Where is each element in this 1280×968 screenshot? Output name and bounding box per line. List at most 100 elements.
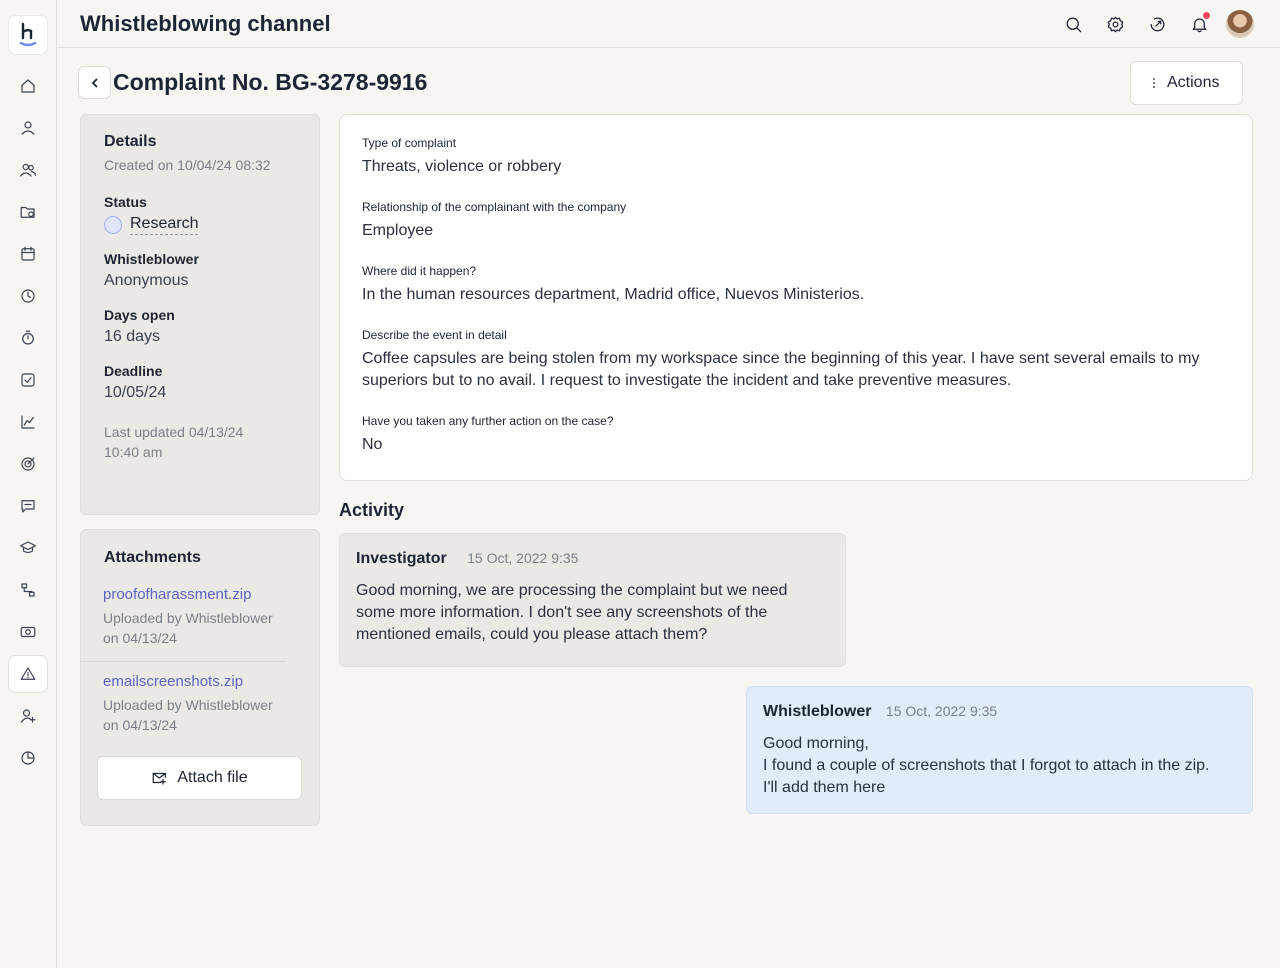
notification-badge	[1203, 12, 1210, 19]
checkbox-icon	[21, 373, 35, 387]
activity-title: Activity	[339, 500, 405, 520]
attachment-date: on 04/13/24	[103, 717, 177, 733]
message-body: Good morning, I found a couple of screen…	[763, 735, 1210, 796]
attach-file-button[interactable]: Attach file	[97, 756, 302, 800]
nav-goals[interactable]	[8, 445, 48, 483]
deadline-label: Deadline	[104, 363, 163, 379]
answer-line: Coffee capsules are being stolen from my…	[362, 350, 1200, 367]
workflow-icon	[21, 583, 35, 597]
message-header: Whistleblower 15 Oct, 2022 9:35	[763, 703, 1236, 721]
days-open-label: Days open	[104, 307, 175, 323]
settings-button[interactable]	[1103, 12, 1127, 36]
logo[interactable]	[8, 15, 48, 55]
complaint-form-card: Type of complaint Threats, violence or r…	[339, 114, 1253, 481]
user-add-icon	[20, 709, 36, 723]
attachment-uploader: Uploaded by Whistleblower	[103, 610, 273, 626]
answer-value: In the human resources department, Madri…	[362, 286, 865, 303]
attachment-link[interactable]: emailscreenshots.zip	[103, 673, 243, 690]
notifications-button[interactable]	[1187, 12, 1211, 36]
folder-icon	[20, 206, 35, 218]
nav-profile[interactable]	[8, 109, 48, 147]
question-label: Relationship of the complainant with the…	[362, 200, 627, 214]
launch-button[interactable]	[1145, 12, 1169, 36]
question-label: Describe the event in detail	[362, 328, 507, 342]
graduation-icon	[19, 541, 37, 554]
chart-icon	[21, 415, 35, 429]
message-whistleblower: Whistleblower 15 Oct, 2022 9:35 Good mor…	[746, 686, 1253, 814]
nav-tasks[interactable]	[8, 361, 48, 399]
created-date: Created on 10/04/24 08:32	[104, 157, 271, 173]
attach-file-label: Attach file	[177, 769, 248, 786]
money-icon	[20, 626, 36, 638]
message-author: Investigator	[356, 550, 447, 567]
question-label: Have you taken any further action on the…	[362, 414, 614, 428]
divider	[81, 661, 286, 662]
chevron-left-icon	[91, 77, 98, 88]
pie-icon	[21, 751, 35, 765]
attachment-date: on 04/13/24	[103, 630, 177, 646]
answer-value: Threats, violence or robbery	[362, 158, 562, 175]
nav-payroll[interactable]	[8, 613, 48, 651]
last-updated-time: 10:40 am	[104, 444, 163, 460]
app-title: Whistleblowing channel	[80, 11, 331, 36]
home-icon	[21, 79, 35, 93]
nav-training[interactable]	[8, 529, 48, 567]
attachments-card: Attachments proofofharassment.zip Upload…	[80, 529, 320, 826]
details-card: Details Created on 10/04/24 08:32 Status…	[80, 114, 320, 515]
nav-analytics[interactable]	[8, 403, 48, 441]
answer-value: Employee	[362, 222, 434, 239]
users-icon	[19, 163, 37, 177]
rocket-icon	[1150, 17, 1164, 31]
attachment-item: emailscreenshots.zip Uploaded by Whistle…	[103, 672, 273, 735]
last-updated: Last updated 04/13/24 10:40 am	[104, 422, 296, 462]
nav-documents[interactable]	[8, 193, 48, 231]
back-button[interactable]	[78, 66, 111, 99]
timer-icon	[22, 330, 34, 345]
nav-workflows[interactable]	[8, 571, 48, 609]
actions-label: Actions	[1167, 74, 1220, 91]
status-dot-icon	[104, 216, 122, 234]
status-value: Research	[130, 215, 199, 235]
nav-people[interactable]	[8, 151, 48, 189]
nav-calendar[interactable]	[8, 235, 48, 273]
attachment-item: proofofharassment.zip Uploaded by Whistl…	[103, 585, 273, 648]
more-vertical-icon	[1153, 78, 1155, 88]
nav-whistleblowing[interactable]	[8, 655, 48, 693]
deadline-value: 10/05/24	[104, 384, 167, 401]
message-time: 15 Oct, 2022 9:35	[467, 550, 579, 566]
nav-time[interactable]	[8, 277, 48, 315]
nav-timer[interactable]	[8, 319, 48, 357]
question-label: Where did it happen?	[362, 264, 477, 278]
avatar[interactable]	[1226, 10, 1254, 38]
target-icon	[21, 457, 35, 471]
actions-button[interactable]: Actions	[1130, 61, 1243, 105]
brand-logo-icon	[19, 22, 37, 47]
page-title: Complaint No. BG-3278-9916	[113, 69, 428, 95]
message-header: Investigator 15 Oct, 2022 9:35	[356, 550, 829, 568]
answer-value: Coffee capsules are being stolen from my…	[362, 348, 1242, 392]
search-button[interactable]	[1061, 12, 1085, 36]
nav-recruitment[interactable]	[8, 697, 48, 735]
attachment-link[interactable]: proofofharassment.zip	[103, 586, 251, 603]
user-icon	[21, 121, 35, 135]
clock-icon	[21, 289, 35, 303]
status-badge[interactable]: Research	[104, 215, 296, 235]
answer-line: superiors but to no avail. I request to …	[362, 372, 1012, 389]
days-open-value: 16 days	[104, 328, 161, 345]
answer-value: No	[362, 436, 383, 453]
search-icon	[1066, 17, 1081, 32]
nav-reports[interactable]	[8, 739, 48, 777]
message-body: Good morning, we are processing the comp…	[356, 582, 788, 643]
calendar-icon	[21, 246, 35, 261]
message-investigator: Investigator 15 Oct, 2022 9:35 Good morn…	[339, 533, 846, 667]
mail-attach-icon	[153, 772, 167, 785]
status-label: Status	[104, 194, 147, 210]
attachment-uploader: Uploaded by Whistleblower	[103, 697, 273, 713]
nav-home[interactable]	[8, 67, 48, 105]
whistleblower-label: Whistleblower	[104, 251, 199, 267]
nav-chat[interactable]	[8, 487, 48, 525]
attachments-heading: Attachments	[104, 549, 201, 566]
message-time: 15 Oct, 2022 9:35	[885, 703, 998, 719]
top-bar: Whistleblowing channel	[57, 0, 1280, 48]
last-updated-date: Last updated 04/13/24	[104, 424, 244, 440]
